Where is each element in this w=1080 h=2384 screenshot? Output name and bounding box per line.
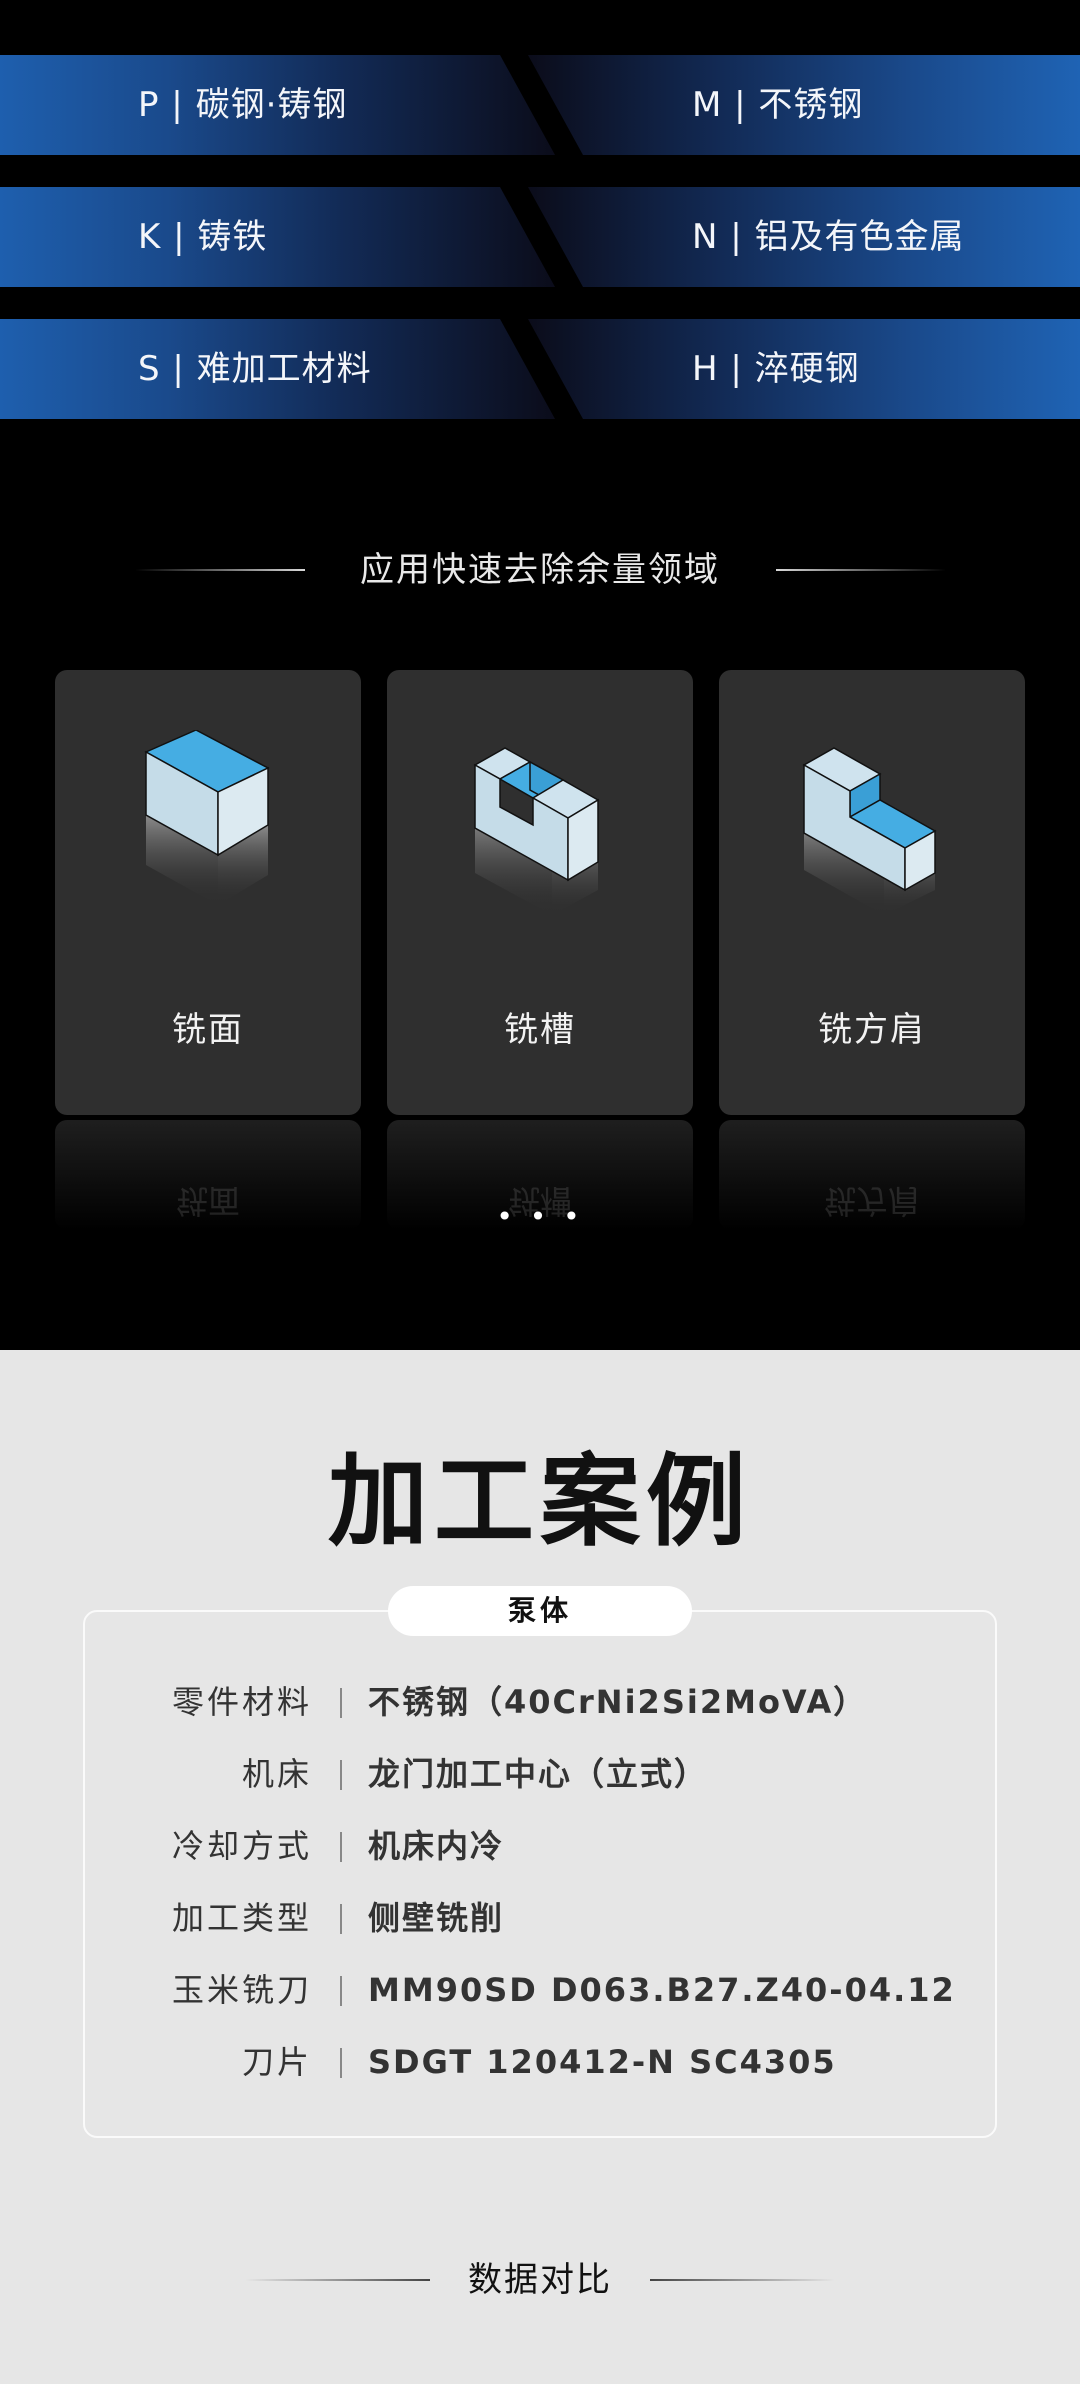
spec-key: 加工类型 [171, 1899, 312, 1937]
spec-row: 刀片 SDGT 120412-N SC4305 [0, 2034, 1080, 2090]
spec-value: 机床内冷 [368, 1827, 505, 1865]
compare-title: 数据对比 [468, 2260, 612, 2300]
spec-key: 刀片 [241, 2043, 312, 2081]
dark-section: P | 碳钢·铸钢 M | 不锈钢 K | 铸铁 N | 铝及有色金属 S | … [0, 0, 1080, 1350]
title-divider-right [776, 569, 946, 571]
card-label: 铣面 [172, 1010, 244, 1050]
spec-separator [340, 1688, 342, 1718]
material-label: M | 不锈钢 [692, 85, 864, 125]
card-label: 铣方肩 [818, 1010, 926, 1050]
card-label: 铣槽 [504, 1010, 576, 1050]
shoulder-milling-icon [802, 747, 937, 915]
spec-row: 冷却方式 机床内冷 [0, 1818, 1080, 1874]
pagination-dots[interactable]: • • • [0, 1200, 1080, 1233]
material-row-1: P | 碳钢·铸钢 M | 不锈钢 [0, 55, 1080, 155]
spec-value: MM90SD D063.B27.Z40-04.12 [368, 1971, 956, 2009]
spec-key: 机床 [241, 1755, 312, 1793]
spec-key: 零件材料 [171, 1683, 312, 1721]
application-card-shoulder-milling[interactable]: 铣方肩 [719, 670, 1025, 1115]
spec-separator [340, 2048, 342, 2078]
spec-separator [340, 1976, 342, 2006]
face-milling-icon [144, 730, 270, 905]
material-label: S | 难加工材料 [138, 349, 372, 389]
spec-separator [340, 1904, 342, 1934]
spec-separator [340, 1832, 342, 1862]
spec-row: 零件材料 不锈钢（40CrNi2Si2MoVA） [0, 1674, 1080, 1730]
title-divider-right [650, 2279, 835, 2281]
application-card-face-milling[interactable]: 铣面 [55, 670, 361, 1115]
spec-row: 玉米铣刀 MM90SD D063.B27.Z40-04.12 [0, 1962, 1080, 2018]
material-row-3: S | 难加工材料 H | 淬硬钢 [0, 319, 1080, 419]
application-card-slot-milling[interactable]: 铣槽 [387, 670, 693, 1115]
material-label: P | 碳钢·铸钢 [138, 85, 348, 125]
spec-value: 不锈钢（40CrNi2Si2MoVA） [368, 1683, 868, 1721]
spec-value: SDGT 120412-N SC4305 [368, 2043, 837, 2081]
compare-section-header: 数据对比 [0, 2250, 1080, 2310]
spec-key: 玉米铣刀 [171, 1971, 312, 2009]
material-label: H | 淬硬钢 [692, 349, 860, 389]
case-section: 加工案例 泵体 零件材料 不锈钢（40CrNi2Si2MoVA） 机床 龙门加工… [0, 1350, 1080, 2384]
spec-row: 机床 龙门加工中心（立式） [0, 1746, 1080, 1802]
material-label: K | 铸铁 [138, 217, 268, 257]
spec-key: 冷却方式 [171, 1827, 312, 1865]
case-title: 加工案例 [328, 1443, 752, 1560]
material-label: N | 铝及有色金属 [692, 217, 965, 257]
spec-row: 加工类型 侧壁铣削 [0, 1890, 1080, 1946]
spec-value: 侧壁铣削 [368, 1899, 505, 1937]
application-section-header: 应用快速去除余量领域 [0, 540, 1080, 600]
spec-value: 龙门加工中心（立式） [368, 1755, 709, 1793]
material-tile-k[interactable] [0, 187, 555, 287]
spec-separator [340, 1760, 342, 1790]
slot-milling-icon [473, 747, 600, 915]
part-badge: 泵体 [388, 1586, 692, 1636]
material-row-2: K | 铸铁 N | 铝及有色金属 [0, 187, 1080, 287]
